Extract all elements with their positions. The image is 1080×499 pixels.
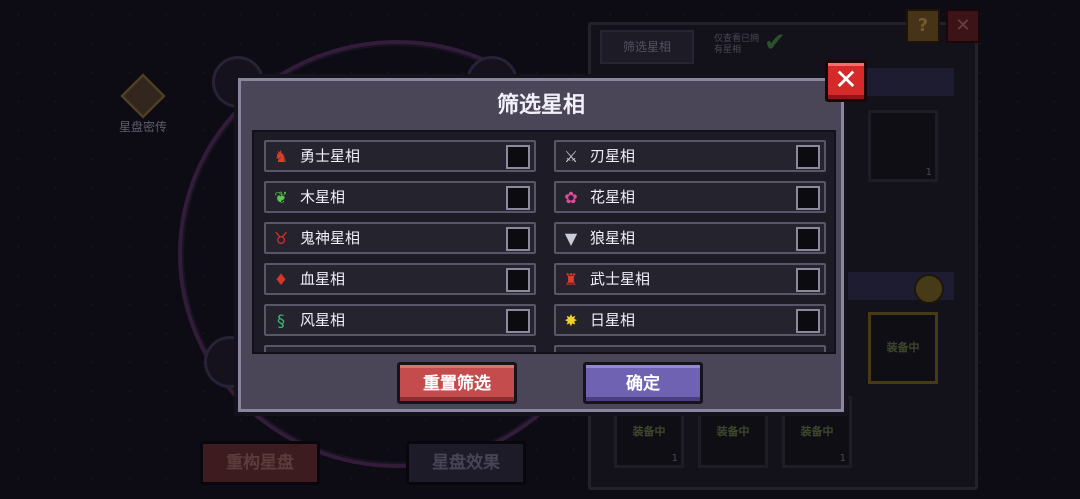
option-label: 风星相	[300, 311, 346, 329]
filter-option-samurai[interactable]: ♜ 武士星相	[554, 263, 826, 295]
flower-icon: ✿	[564, 188, 578, 207]
option-label: 武士星相	[590, 270, 651, 288]
filter-option-blade[interactable]: ⚔ 刃星相	[554, 140, 826, 172]
confirm-button[interactable]: 确定	[583, 362, 703, 404]
demon-icon: ♉	[273, 229, 289, 248]
filter-option-demon[interactable]: ♉ 鬼神星相	[264, 222, 536, 254]
option-checkbox[interactable]	[506, 227, 530, 251]
option-label: 鬼神星相	[300, 229, 361, 247]
constellation-filter-list[interactable]: ♞ 勇士星相 ❦ 木星相 ♉ 鬼神星相 ♦ 血星相 § 风星相 ⚔ 刃星相 ✿ …	[252, 130, 836, 354]
option-label: 日星相	[590, 311, 636, 329]
option-label: 血星相	[300, 270, 346, 288]
filter-option-partial[interactable]	[554, 345, 826, 352]
option-label: 花星相	[590, 188, 636, 206]
dialog-title: 筛选星相	[496, 93, 585, 118]
filter-option-wolf[interactable]: ▼ 狼星相	[554, 222, 826, 254]
option-label: 刃星相	[590, 147, 636, 165]
filter-option-warrior[interactable]: ♞ 勇士星相	[264, 140, 536, 172]
option-label: 狼星相	[590, 229, 636, 247]
filter-constellation-dialog: 筛选星相 ♞ 勇士星相 ❦ 木星相 ♉ 鬼神星相 ♦ 血星相 § 风星相 ⚔ 刃…	[234, 74, 848, 416]
blade-icon: ⚔	[563, 147, 579, 166]
filter-option-blood[interactable]: ♦ 血星相	[264, 263, 536, 295]
wind-icon: §	[277, 311, 285, 330]
option-checkbox[interactable]	[796, 227, 820, 251]
filter-option-sun[interactable]: ✸ 日星相	[554, 304, 826, 336]
option-checkbox[interactable]	[506, 268, 530, 292]
warrior-icon: ♞	[273, 147, 289, 166]
option-checkbox[interactable]	[796, 145, 820, 169]
filter-option-flower[interactable]: ✿ 花星相	[554, 181, 826, 213]
wolf-icon: ▼	[564, 229, 578, 248]
option-label: 木星相	[300, 188, 346, 206]
option-checkbox[interactable]	[506, 309, 530, 333]
option-checkbox[interactable]	[506, 145, 530, 169]
option-checkbox[interactable]	[796, 186, 820, 210]
filter-option-partial[interactable]	[264, 345, 536, 352]
filter-option-wind[interactable]: § 风星相	[264, 304, 536, 336]
option-label: 勇士星相	[300, 147, 361, 165]
close-icon[interactable]: ✕	[825, 60, 867, 102]
blood-drop-icon: ♦	[273, 270, 289, 289]
sun-icon: ✸	[564, 311, 578, 330]
option-checkbox[interactable]	[796, 309, 820, 333]
leaf-icon: ❦	[274, 188, 288, 207]
samurai-icon: ♜	[563, 270, 579, 289]
filter-option-wood[interactable]: ❦ 木星相	[264, 181, 536, 213]
option-checkbox[interactable]	[796, 268, 820, 292]
option-checkbox[interactable]	[506, 186, 530, 210]
reset-filter-button[interactable]: 重置筛选	[397, 362, 517, 404]
